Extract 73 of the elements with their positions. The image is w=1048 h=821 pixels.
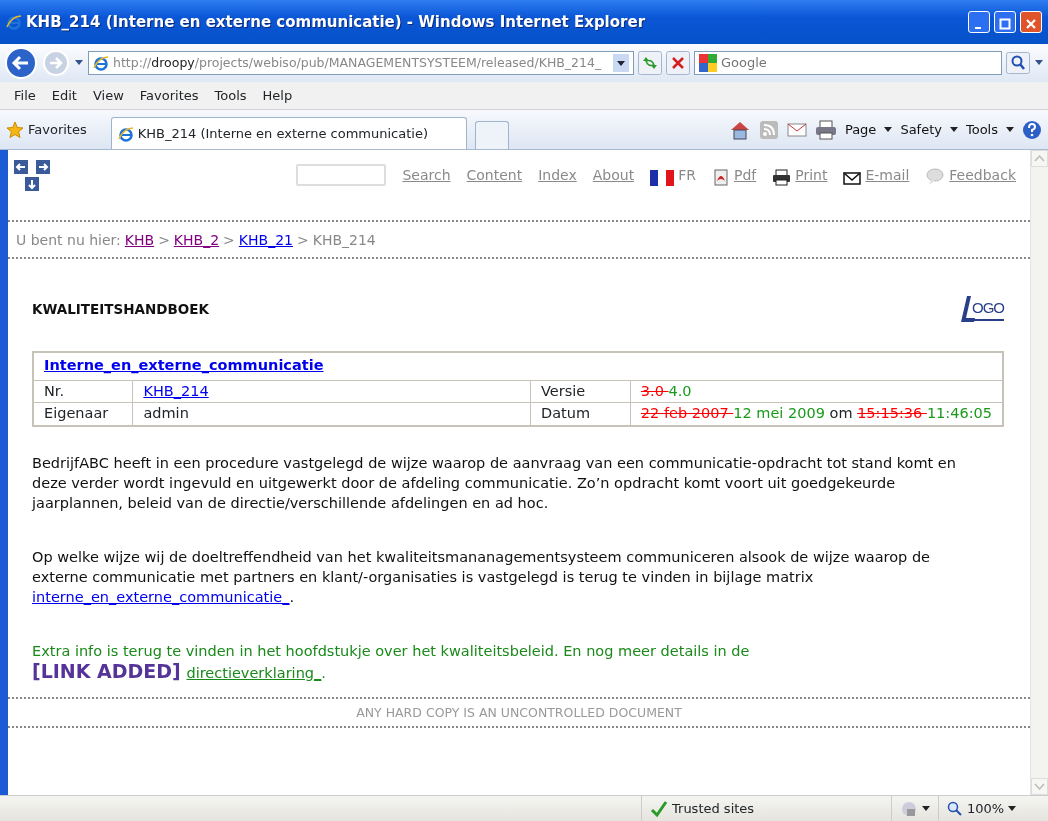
- envelope-icon[interactable]: [843, 171, 862, 186]
- caret-icon: [1006, 126, 1014, 133]
- command-menu[interactable]: Tools: [965, 119, 998, 140]
- address-field[interactable]: http://droopy/projects/webiso/pub/MANAGEMENTSYSTEEM/released/KHB_214_: [88, 51, 634, 75]
- search-field[interactable]: Google: [694, 51, 1002, 75]
- refresh-button[interactable]: [638, 51, 662, 75]
- menu-item[interactable]: File: [6, 81, 44, 110]
- field-link[interactable]: KHB_214: [143, 382, 209, 399]
- breadcrumb-link[interactable]: KHB_21: [238, 230, 293, 251]
- caret-icon: [1008, 805, 1017, 812]
- maximize-button[interactable]: [994, 11, 1016, 33]
- security-zone: Trusted sites: [672, 799, 755, 818]
- paragraph: BedrijfABC heeft in een procedure vastgelegd de wijze waarop de aanvraag van een communicatie-opdracht tot stand komt en deze verder wordt ingevuld en uitgewerkt door de afdeling communicatie. Zo’n opdracht komt voort uit goedgekeurde jaarplannen, beleid van de directie/verschillende afdelingen en ad hoc.: [32, 454, 957, 513]
- browser-logo-icon: [93, 55, 109, 71]
- inline-link[interactable]: directieverklaring_: [186, 665, 322, 681]
- pdf-icon[interactable]: [711, 169, 730, 186]
- logo: OGO: [961, 295, 1004, 323]
- menu-item[interactable]: Help: [254, 81, 301, 110]
- inline-link[interactable]: interne_en_externe_communicatie_: [32, 589, 290, 605]
- caret-icon: [884, 126, 893, 133]
- zoom-icon[interactable]: [947, 800, 963, 817]
- field-label: Nr.: [33, 380, 133, 403]
- zoom-level[interactable]: 100%: [967, 798, 1005, 819]
- breadcrumb-separator: >: [223, 231, 235, 250]
- favorites-button[interactable]: Favorites: [28, 119, 87, 140]
- flag-icon[interactable]: [650, 170, 675, 186]
- mail-icon[interactable]: [786, 121, 807, 138]
- printer-icon[interactable]: [772, 169, 792, 186]
- breadcrumb-separator: >: [296, 231, 309, 250]
- search-icon[interactable]: [1006, 52, 1030, 74]
- dropdown-icon[interactable]: [613, 54, 629, 72]
- breadcrumb-separator: >: [158, 231, 170, 250]
- previous-arrow-icon[interactable]: [14, 160, 28, 174]
- menu-item[interactable]: Favorites: [131, 81, 207, 110]
- document-title-link[interactable]: Interne_en_externe_communicatie: [44, 357, 324, 374]
- menu-item[interactable]: Tools: [206, 81, 255, 110]
- browser-logo-icon: [6, 14, 22, 30]
- down-arrow-icon[interactable]: [25, 177, 39, 191]
- breadcrumb-current: KHB_214: [312, 231, 376, 250]
- paragraph: Op welke wijze wij de doeltreffendheid van het kwaliteitsmananagementsysteem communiceren alsook de wijze waarop de externe communicatie met partners en klant/-organisaties is vastgelegd is terug te vinden in bijlage matrix interne_en_externe_communicatie_.: [32, 548, 932, 607]
- page-footer: ANY HARD COPY IS AN UNCONTROLLED DOCUMENT: [8, 699, 1030, 726]
- caret-icon: [922, 805, 930, 812]
- toolbar-link[interactable]: Content: [466, 165, 523, 186]
- stop-button[interactable]: [666, 51, 690, 75]
- maximize-icon[interactable]: [998, 16, 1012, 31]
- window-title: KHB_214 (Interne en externe communicatie) - Windows Internet Explorer: [26, 11, 647, 33]
- toolbar-link[interactable]: Search: [402, 165, 451, 186]
- back-button[interactable]: [4, 46, 38, 80]
- close-button[interactable]: [1020, 11, 1042, 33]
- command-menu[interactable]: Safety: [900, 119, 942, 140]
- dropdown-icon[interactable]: [74, 59, 84, 67]
- breadcrumb-label: U bent nu hier:: [16, 231, 121, 250]
- field-label: Versie: [530, 380, 631, 403]
- toolbar-link[interactable]: Feedback: [949, 165, 1016, 186]
- command-menu[interactable]: Page: [844, 119, 877, 140]
- close-icon[interactable]: [1024, 16, 1038, 31]
- star-icon: [6, 120, 24, 139]
- check-icon: [650, 799, 668, 818]
- menu-item[interactable]: View: [84, 81, 132, 110]
- breadcrumb-link[interactable]: KHB: [124, 230, 155, 251]
- menu-item[interactable]: Edit: [43, 81, 85, 110]
- search-provider-icon: [699, 54, 717, 72]
- paragraph: Extra info is terug te vinden in het hoofdstukje over het kwaliteitsbeleid. En nog meer details in de [LINK ADDED] directieverklaring_.: [32, 642, 751, 683]
- toolbar-link[interactable]: Index: [538, 165, 577, 186]
- minimize-button[interactable]: [968, 11, 990, 33]
- dropdown-icon[interactable]: [1034, 59, 1044, 67]
- caret-icon: [949, 126, 958, 133]
- breadcrumb-link[interactable]: KHB_2: [173, 230, 220, 251]
- browser-logo-icon: [117, 125, 134, 142]
- toolbar-link[interactable]: About: [592, 165, 635, 186]
- next-arrow-icon[interactable]: [36, 160, 50, 174]
- page-heading: KWALITEITSHANDBOEK: [32, 299, 209, 319]
- help-icon[interactable]: [1022, 119, 1042, 140]
